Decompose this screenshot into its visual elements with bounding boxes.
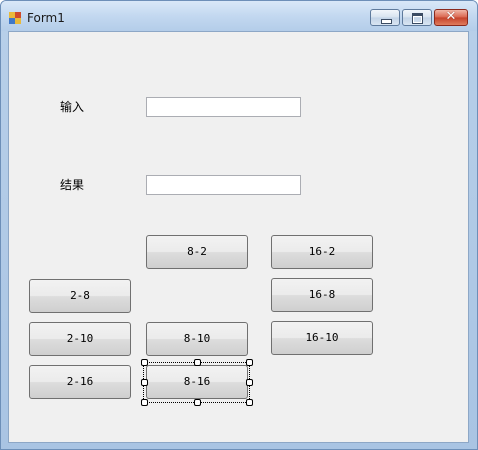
button-2-8[interactable]: 2-8 xyxy=(29,279,131,313)
button-16-2[interactable]: 16-2 xyxy=(271,235,373,269)
button-2-16[interactable]: 2-16 xyxy=(29,365,131,399)
app-icon xyxy=(9,12,21,24)
button-2-10[interactable]: 2-10 xyxy=(29,322,131,356)
maximize-icon xyxy=(412,13,423,24)
result-label: 结果 xyxy=(60,178,85,192)
resize-handle-top-left[interactable] xyxy=(141,359,148,366)
resize-handle-bottom-right[interactable] xyxy=(246,399,253,406)
window-title: Form1 xyxy=(27,11,65,25)
input-textbox[interactable] xyxy=(146,97,301,117)
button-8-16[interactable]: 8-16 xyxy=(146,365,248,399)
button-16-8[interactable]: 16-8 xyxy=(271,278,373,312)
minimize-icon xyxy=(381,19,392,24)
button-16-10[interactable]: 16-10 xyxy=(271,321,373,355)
close-button[interactable]: ✕ xyxy=(434,9,468,26)
resize-handle-right[interactable] xyxy=(246,379,253,386)
maximize-button[interactable] xyxy=(402,9,432,26)
minimize-button[interactable] xyxy=(370,9,400,26)
result-textbox[interactable] xyxy=(146,175,301,195)
close-icon: ✕ xyxy=(445,9,457,24)
title-bar[interactable]: Form1 ✕ xyxy=(1,1,477,31)
button-8-2[interactable]: 8-2 xyxy=(146,235,248,269)
resize-handle-bottom[interactable] xyxy=(194,399,201,406)
resize-handle-top[interactable] xyxy=(194,359,201,366)
resize-handle-bottom-left[interactable] xyxy=(141,399,148,406)
button-8-10[interactable]: 8-10 xyxy=(146,322,248,356)
resize-handle-top-right[interactable] xyxy=(246,359,253,366)
resize-handle-left[interactable] xyxy=(141,379,148,386)
input-label: 输入 xyxy=(60,100,85,114)
